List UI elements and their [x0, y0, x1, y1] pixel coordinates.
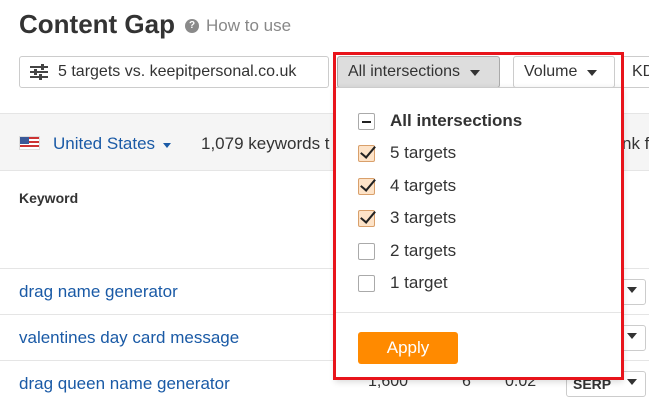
intersections-dropdown[interactable]: All intersections [337, 56, 500, 88]
checkbox[interactable] [358, 209, 375, 227]
targets-button[interactable]: 5 targets vs. keepitpersonal.co.uk [19, 56, 329, 88]
option-label: All intersections [390, 111, 523, 130]
filter-bar: 5 targets vs. keepitpersonal.co.uk All i… [19, 56, 649, 88]
option-4-targets[interactable]: 4 targets [358, 174, 456, 198]
how-to-use-link[interactable]: How to use [206, 16, 291, 36]
option-label: 5 targets [390, 143, 457, 162]
apply-button[interactable]: Apply [358, 332, 458, 364]
option-all-intersections[interactable]: All intersections [358, 109, 522, 133]
chevron-down-icon [163, 142, 172, 148]
checkbox[interactable] [358, 242, 375, 260]
option-label: 4 targets [390, 176, 457, 195]
page-title: Content Gap [19, 8, 175, 39]
country-label: United States [53, 134, 156, 153]
checkbox[interactable] [358, 177, 375, 195]
keywords-count: 1,079 keywords t [201, 134, 330, 153]
option-label: 3 targets [390, 208, 457, 227]
checkbox[interactable] [358, 144, 375, 162]
keyword-link[interactable]: drag queen name generator [19, 374, 230, 394]
keyword-link[interactable]: drag name generator [19, 282, 178, 302]
help-icon[interactable]: ? [185, 18, 199, 33]
option-2-targets[interactable]: 2 targets [358, 239, 456, 263]
sliders-icon [30, 64, 48, 80]
kd-dropdown[interactable]: KD [621, 56, 649, 88]
option-label: 1 target [390, 273, 448, 292]
column-header-keyword[interactable]: Keyword [19, 190, 78, 206]
targets-label: 5 targets vs. keepitpersonal.co.uk [58, 63, 297, 80]
divider [336, 312, 622, 313]
keyword-link[interactable]: valentines day card message [19, 328, 239, 348]
option-5-targets[interactable]: 5 targets [358, 141, 456, 165]
chevron-down-icon [470, 70, 481, 76]
option-label: 2 targets [390, 241, 457, 260]
volume-label: Volume [524, 63, 578, 80]
chevron-down-icon [627, 287, 637, 293]
intersections-menu: All intersections 5 targets 4 targets 3 … [335, 87, 623, 380]
volume-dropdown[interactable]: Volume [513, 56, 615, 88]
kd-label: KD [632, 63, 649, 80]
chevron-down-icon [627, 379, 637, 385]
chevron-down-icon [627, 333, 637, 339]
page-header: Content Gap ? How to use [19, 6, 291, 42]
option-3-targets[interactable]: 3 targets [358, 206, 456, 230]
checkbox[interactable] [358, 274, 375, 292]
checkbox[interactable] [358, 112, 375, 130]
truncated-link-text[interactable]: nk fo [622, 134, 649, 154]
intersections-label: All intersections [348, 63, 461, 80]
option-1-target[interactable]: 1 target [358, 271, 448, 295]
country-selector[interactable]: United States [53, 134, 172, 154]
us-flag-icon [19, 136, 40, 150]
chevron-down-icon [587, 70, 598, 76]
